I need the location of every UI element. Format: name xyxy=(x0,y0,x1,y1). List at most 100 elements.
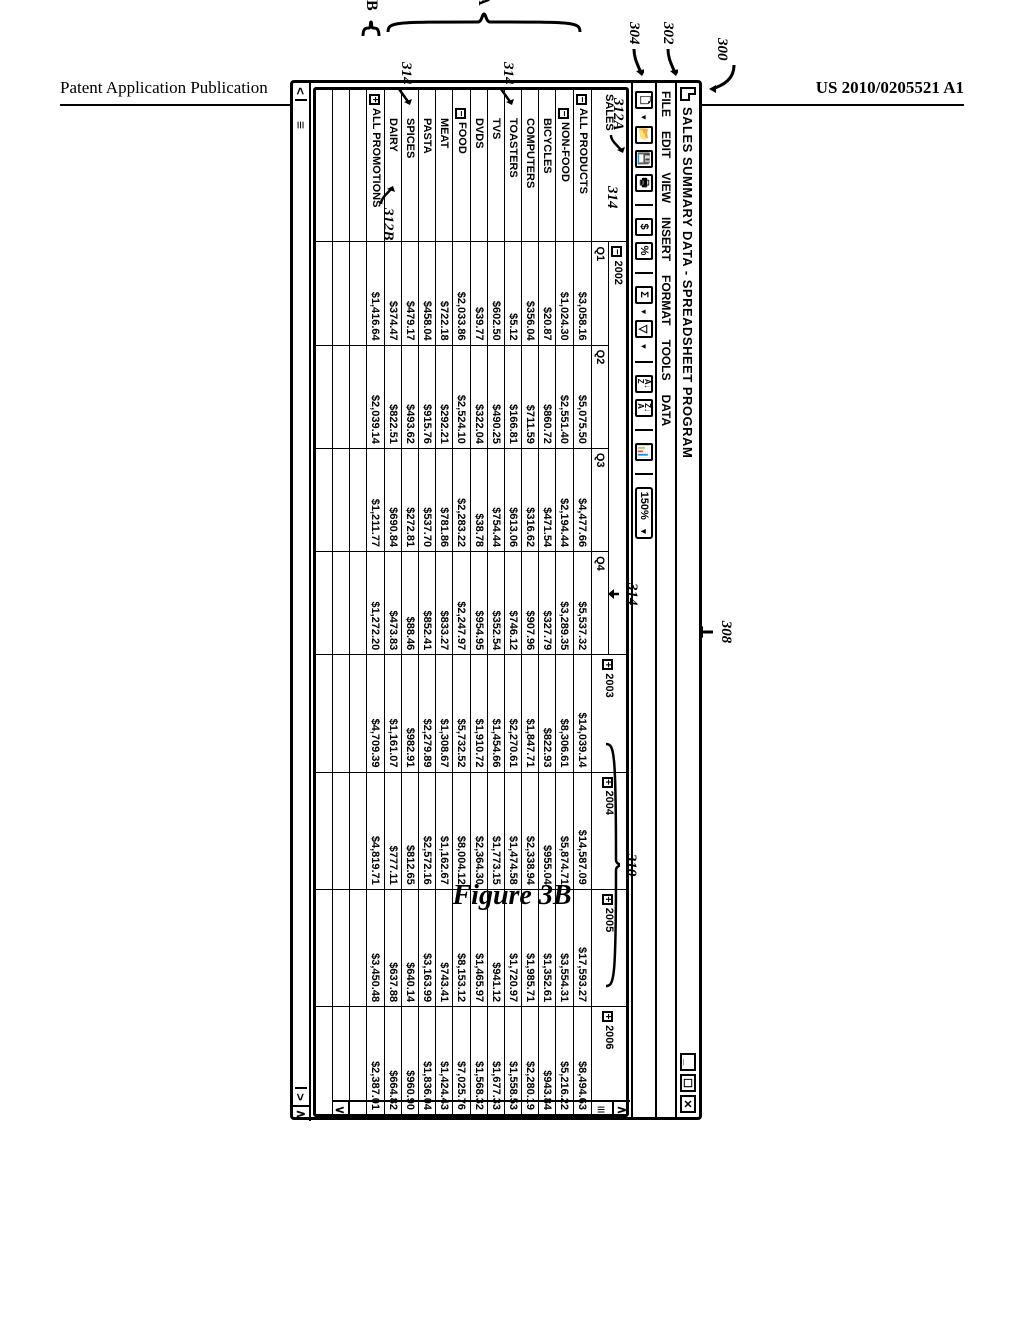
data-cell[interactable]: $316.62 xyxy=(522,448,539,551)
percent-button[interactable]: % xyxy=(635,242,653,260)
data-cell[interactable]: $812.65 xyxy=(402,772,419,889)
collapse-icon[interactable]: − xyxy=(558,108,569,119)
save-icon[interactable]: 💾 xyxy=(635,150,653,168)
data-cell[interactable]: $2,033.86 xyxy=(453,242,471,345)
zoom-combo[interactable]: 150% ▾ xyxy=(635,487,653,539)
data-cell[interactable]: $7,025.76 xyxy=(453,1007,471,1115)
data-cell[interactable]: $5.12 xyxy=(505,242,522,345)
row-label[interactable]: −NON-FOOD xyxy=(556,90,574,242)
data-cell[interactable]: $8,306.61 xyxy=(556,655,574,772)
scroll-track[interactable] xyxy=(295,99,307,1089)
scroll-thumb[interactable] xyxy=(295,105,307,145)
data-cell[interactable]: $1,558.53 xyxy=(505,1007,522,1115)
data-cell[interactable]: $20.87 xyxy=(539,242,556,345)
data-cell[interactable]: $943.84 xyxy=(539,1007,556,1115)
data-cell[interactable]: $722.18 xyxy=(436,242,453,345)
close-button[interactable]: ✕ xyxy=(680,1095,696,1113)
data-cell[interactable]: $1,454.66 xyxy=(488,655,505,772)
data-cell[interactable]: $5,075.50 xyxy=(574,345,592,448)
autosum-button[interactable]: Σ xyxy=(635,286,653,304)
data-cell[interactable]: $1,161.07 xyxy=(385,655,402,772)
data-cell[interactable]: $833.27 xyxy=(436,552,453,655)
row-label[interactable]: −ALL PRODUCTS xyxy=(574,90,592,242)
data-cell[interactable]: $458.04 xyxy=(419,242,436,345)
data-cell[interactable]: $1,474.58 xyxy=(505,772,522,889)
menu-format[interactable]: FORMAT xyxy=(659,275,673,325)
data-cell[interactable]: $1,836.04 xyxy=(419,1007,436,1115)
data-cell[interactable]: $2,572.16 xyxy=(419,772,436,889)
menu-file[interactable]: FILE xyxy=(659,91,673,117)
data-cell[interactable]: $3,450.48 xyxy=(367,889,385,1006)
data-cell[interactable]: $2,338.94 xyxy=(522,772,539,889)
minimize-button[interactable]: _ xyxy=(680,1053,696,1071)
data-cell[interactable]: $8,494.63 xyxy=(574,1007,592,1115)
collapse-icon[interactable]: − xyxy=(576,94,587,105)
horizontal-scrollbar[interactable]: < > ∧ xyxy=(293,83,311,1121)
data-cell[interactable]: $1,416.64 xyxy=(367,242,385,345)
data-cell[interactable]: $8,004.12 xyxy=(453,772,471,889)
scroll-left-arrow-icon[interactable]: < xyxy=(294,83,309,99)
data-cell[interactable]: $982.91 xyxy=(402,655,419,772)
data-cell[interactable]: $493.62 xyxy=(402,345,419,448)
collapse-icon[interactable]: − xyxy=(455,108,466,119)
data-cell[interactable]: $781.86 xyxy=(436,448,453,551)
data-cell[interactable]: $602.50 xyxy=(488,242,505,345)
data-cell[interactable]: $1,910.72 xyxy=(471,655,488,772)
data-cell[interactable]: $356.04 xyxy=(522,242,539,345)
data-cell[interactable]: $637.88 xyxy=(385,889,402,1006)
row-label[interactable]: −FOOD xyxy=(453,90,471,242)
data-cell[interactable]: $17,593.27 xyxy=(574,889,592,1006)
data-cell[interactable]: $5,732.52 xyxy=(453,655,471,772)
q1-header[interactable]: Q1 xyxy=(592,242,609,345)
menu-view[interactable]: VIEW xyxy=(659,172,673,203)
data-cell[interactable]: $711.59 xyxy=(522,345,539,448)
data-cell[interactable]: $1,211.77 xyxy=(367,448,385,551)
data-cell[interactable]: $3,289.35 xyxy=(556,552,574,655)
data-cell[interactable]: $2,279.89 xyxy=(419,655,436,772)
data-cell[interactable]: $743.41 xyxy=(436,889,453,1006)
data-cell[interactable]: $272.81 xyxy=(402,448,419,551)
vertical-scrollbar[interactable]: ∧ ∨ xyxy=(332,1100,630,1118)
data-cell[interactable]: $88.46 xyxy=(402,552,419,655)
data-cell[interactable]: $954.95 xyxy=(471,552,488,655)
data-cell[interactable]: $1,847.71 xyxy=(522,655,539,772)
data-cell[interactable]: $322.04 xyxy=(471,345,488,448)
data-cell[interactable]: $640.14 xyxy=(402,889,419,1006)
currency-button[interactable]: $ xyxy=(635,218,653,236)
data-cell[interactable]: $38.78 xyxy=(471,448,488,551)
q3-header[interactable]: Q3 xyxy=(592,448,609,551)
data-cell[interactable]: $1,162.67 xyxy=(436,772,453,889)
data-cell[interactable]: $1,568.32 xyxy=(471,1007,488,1115)
data-cell[interactable]: $907.96 xyxy=(522,552,539,655)
data-cell[interactable]: $915.76 xyxy=(419,345,436,448)
data-cell[interactable]: $2,194.44 xyxy=(556,448,574,551)
scroll-thumb[interactable] xyxy=(590,1102,612,1118)
scroll-track[interactable] xyxy=(348,1102,614,1118)
scroll-right-arrow-icon[interactable]: > xyxy=(294,1089,309,1105)
data-cell[interactable]: $479.17 xyxy=(402,242,419,345)
data-cell[interactable]: $3,163.99 xyxy=(419,889,436,1006)
data-cell[interactable]: $822.51 xyxy=(385,345,402,448)
data-cell[interactable]: $1,024.30 xyxy=(556,242,574,345)
data-cell[interactable]: $2,039.14 xyxy=(367,345,385,448)
data-cell[interactable]: $777.11 xyxy=(385,772,402,889)
data-cell[interactable]: $1,773.15 xyxy=(488,772,505,889)
data-cell[interactable]: $2,280.19 xyxy=(522,1007,539,1115)
menu-tools[interactable]: TOOLS xyxy=(659,339,673,380)
data-cell[interactable]: $374.47 xyxy=(385,242,402,345)
data-cell[interactable]: $14,039.14 xyxy=(574,655,592,772)
data-cell[interactable]: $2,551.40 xyxy=(556,345,574,448)
data-cell[interactable]: $2,364.30 xyxy=(471,772,488,889)
data-cell[interactable]: $5,874.71 xyxy=(556,772,574,889)
collapse-icon[interactable]: − xyxy=(611,246,622,257)
data-cell[interactable]: $613.06 xyxy=(505,448,522,551)
q4-header[interactable]: Q4 xyxy=(592,552,609,655)
data-cell[interactable]: $860.72 xyxy=(539,345,556,448)
data-cell[interactable]: $4,477.66 xyxy=(574,448,592,551)
data-cell[interactable]: $754.44 xyxy=(488,448,505,551)
data-cell[interactable]: $292.21 xyxy=(436,345,453,448)
data-cell[interactable]: $14,587.09 xyxy=(574,772,592,889)
data-cell[interactable]: $4,819.71 xyxy=(367,772,385,889)
data-cell[interactable]: $490.25 xyxy=(488,345,505,448)
scroll-down-arrow-icon[interactable]: ∨ xyxy=(332,1102,348,1118)
